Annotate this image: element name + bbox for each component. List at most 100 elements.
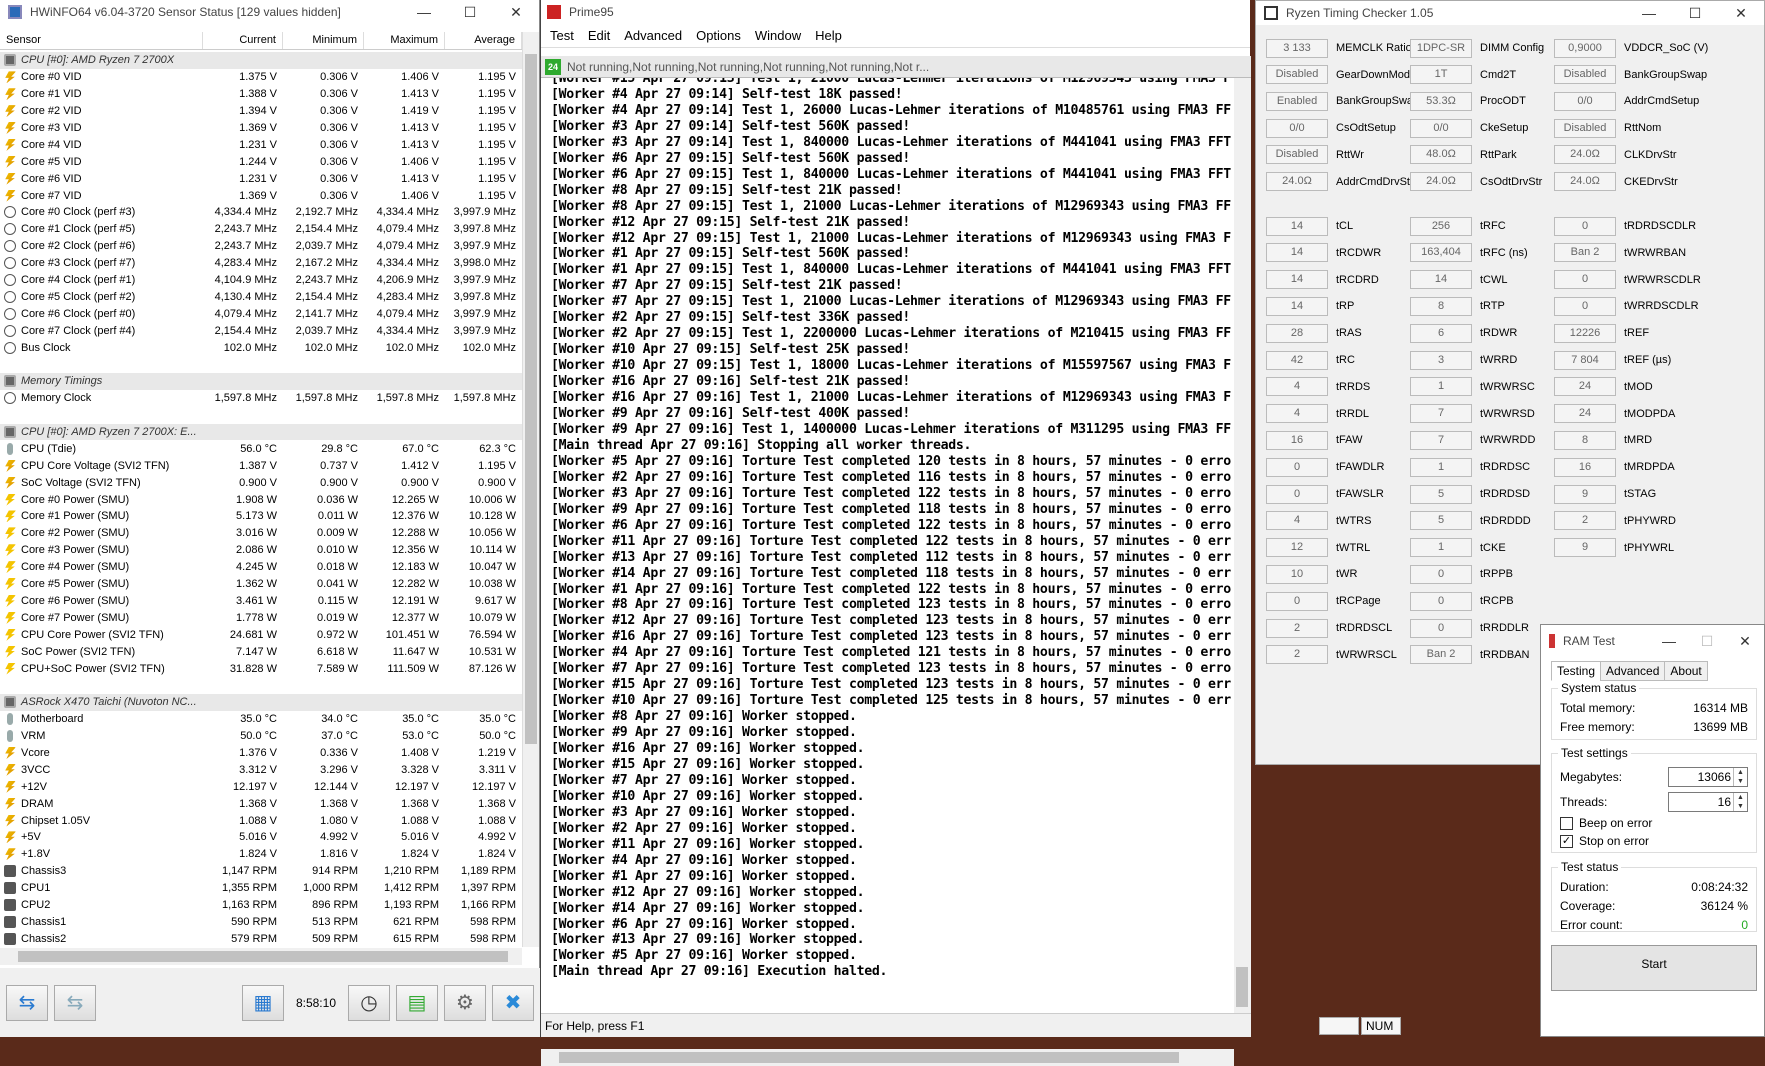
- sensor-row[interactable]: +12V 12.197 V 12.144 V 12.197 V 12.197 V: [0, 778, 522, 795]
- megabytes-spinner[interactable]: ▲ ▼: [1733, 767, 1747, 786]
- sensor-row[interactable]: Chassis3 1,147 RPM 914 RPM 1,210 RPM 1,189 R…: [0, 863, 522, 880]
- sensor-row[interactable]: Motherboard 35.0 °C 34.0 °C 35.0 °C 35.0 °C: [0, 711, 522, 728]
- close-button[interactable]: ✕: [493, 4, 539, 21]
- sensor-row[interactable]: Core #7 Power (SMU) 1.778 W 0.019 W 12.377 …: [0, 609, 522, 626]
- ramtest-titlebar[interactable]: RAM Test — ☐ ✕: [1541, 625, 1764, 657]
- sensor-row[interactable]: Core #7 Clock (perf #4) 2,154.4 MHz 2,039.…: [0, 322, 522, 339]
- threads-input[interactable]: 16 ▲ ▼: [1668, 791, 1748, 812]
- log-vertical-scrollbar[interactable]: [1234, 78, 1251, 1033]
- sensor-row[interactable]: Vcore 1.376 V 0.336 V 1.408 V 1.219 V: [0, 745, 522, 762]
- tab-about[interactable]: About: [1664, 661, 1708, 681]
- sensor-row[interactable]: CPU+SoC Power (SVI2 TFN) 31.828 W 7.589 W 1…: [0, 660, 522, 677]
- close-button[interactable]: ✕: [1718, 5, 1764, 22]
- sensor-row[interactable]: Bus Clock 102.0 MHz 102.0 MHz 102.0 MHz 102.…: [0, 339, 522, 356]
- close-x-button[interactable]: ✖: [492, 984, 534, 1021]
- menu-edit[interactable]: Edit: [581, 28, 617, 43]
- sensor-row[interactable]: Core #3 Power (SMU) 2.086 W 0.010 W 12.356 …: [0, 542, 522, 559]
- sensor-row[interactable]: Core #6 Clock (perf #0) 4,079.4 MHz 2,141.…: [0, 305, 522, 322]
- sensor-group-header[interactable]: CPU [#0]: AMD Ryzen 7 2700X: [0, 52, 522, 69]
- sensor-row[interactable]: Core #4 VID 1.231 V 0.306 V 1.413 V 1.195 V: [0, 136, 522, 153]
- sensor-group-header[interactable]: CPU [#0]: AMD Ryzen 7 2700X: E...: [0, 423, 522, 441]
- sensor-row[interactable]: 3VCC 3.312 V 3.296 V 3.328 V 3.311 V: [0, 761, 522, 778]
- sensor-row[interactable]: Core #0 VID 1.375 V 0.306 V 1.406 V 1.195 V: [0, 69, 522, 86]
- maximize-button[interactable]: ☐: [1688, 633, 1726, 650]
- scroll-thumb[interactable]: [525, 54, 537, 744]
- sensor-row[interactable]: Core #0 Clock (perf #3) 4,334.4 MHz 2,192.…: [0, 204, 522, 221]
- sensor-row[interactable]: SoC Voltage (SVI2 TFN) 0.900 V 0.900 V 0.90…: [0, 474, 522, 491]
- horizontal-scrollbar[interactable]: [0, 948, 522, 965]
- minimize-button[interactable]: —: [1626, 5, 1672, 21]
- minimize-button[interactable]: —: [401, 4, 447, 20]
- sensor-row[interactable]: CPU (Tdie) 56.0 °C 29.8 °C 67.0 °C 62.3 °C: [0, 440, 522, 457]
- menu-help[interactable]: Help: [808, 28, 849, 43]
- col-sensor[interactable]: Sensor: [0, 32, 203, 49]
- maximize-button[interactable]: ☐: [447, 4, 493, 21]
- vertical-scrollbar[interactable]: [522, 32, 539, 947]
- sensor-row[interactable]: Chipset 1.05V 1.088 V 1.080 V 1.088 V 1.088 …: [0, 812, 522, 829]
- menu-window[interactable]: Window: [748, 28, 808, 43]
- tab-testing[interactable]: Testing: [1551, 661, 1602, 681]
- sensor-row[interactable]: CPU Core Voltage (SVI2 TFN) 1.387 V 0.737 …: [0, 457, 522, 474]
- sensor-row[interactable]: Core #2 Power (SMU) 3.016 W 0.009 W 12.288 …: [0, 525, 522, 542]
- col-maximum[interactable]: Maximum: [364, 32, 445, 49]
- sensor-row[interactable]: Core #1 VID 1.388 V 0.306 V 1.413 V 1.195 V: [0, 86, 522, 103]
- sensor-row[interactable]: Core #2 VID 1.394 V 0.306 V 1.419 V 1.195 V: [0, 103, 522, 120]
- sensor-group-header[interactable]: ASRock X470 Taichi (Nuvoton NC...: [0, 693, 522, 711]
- scroll-thumb[interactable]: [559, 1052, 1179, 1063]
- sensor-row[interactable]: CPU1 1,355 RPM 1,000 RPM 1,412 RPM 1,397 RPM: [0, 880, 522, 897]
- scroll-thumb[interactable]: [1236, 967, 1248, 1007]
- sensor-row[interactable]: CPU Core Power (SVI2 TFN) 24.681 W 0.972 W…: [0, 626, 522, 643]
- rtc-titlebar[interactable]: Ryzen Timing Checker 1.05 — ☐ ✕: [1256, 1, 1764, 25]
- sensor-row[interactable]: Chassis2 579 RPM 509 RPM 615 RPM 598 RPM: [0, 930, 522, 947]
- log-horizontal-scrollbar[interactable]: [541, 1049, 1234, 1066]
- minimize-button[interactable]: —: [1650, 633, 1688, 649]
- sensor-row[interactable]: Core #6 VID 1.231 V 0.306 V 1.413 V 1.195 V: [0, 170, 522, 187]
- settings-icon-button[interactable]: ⚙: [444, 984, 486, 1021]
- sensor-row[interactable]: Core #4 Power (SMU) 4.245 W 0.018 W 12.183 …: [0, 559, 522, 576]
- sensor-row[interactable]: Core #4 Clock (perf #1) 4,104.9 MHz 2,243.…: [0, 272, 522, 289]
- stop-on-error-checkbox[interactable]: ✓ Stop on error: [1560, 832, 1748, 850]
- sensor-row[interactable]: Core #1 Power (SMU) 5.173 W 0.011 W 12.376 …: [0, 508, 522, 525]
- sensor-row[interactable]: Core #5 Clock (perf #2) 4,130.4 MHz 2,154.…: [0, 288, 522, 305]
- hwinfo-titlebar[interactable]: HWiNFO64 v6.04-3720 Sensor Status [129 v…: [0, 0, 539, 24]
- beep-on-error-checkbox[interactable]: Beep on error: [1560, 814, 1748, 832]
- expand-arrows-button[interactable]: ⇆: [54, 984, 96, 1021]
- log-output[interactable]: [Worker #15 Apr 27 09:13] Test 1, 21000 …: [551, 78, 1231, 988]
- megabytes-input[interactable]: 13066 ▲ ▼: [1668, 766, 1748, 787]
- threads-spinner[interactable]: ▲ ▼: [1733, 792, 1747, 811]
- sensor-row[interactable]: +1.8V 1.824 V 1.816 V 1.824 V 1.824 V: [0, 846, 522, 863]
- scroll-thumb[interactable]: [18, 951, 508, 962]
- col-current[interactable]: Current: [203, 32, 283, 49]
- col-average[interactable]: Average: [445, 32, 522, 49]
- col-minimum[interactable]: Minimum: [283, 32, 364, 49]
- sensor-row[interactable]: Core #3 Clock (perf #7) 4,283.4 MHz 2,167.…: [0, 255, 522, 272]
- sensor-row[interactable]: +5V 5.016 V 4.992 V 5.016 V 4.992 V: [0, 829, 522, 846]
- sensor-row[interactable]: Core #1 Clock (perf #5) 2,243.7 MHz 2,154.…: [0, 221, 522, 238]
- sensor-row[interactable]: Core #2 Clock (perf #6) 2,243.7 MHz 2,039.…: [0, 238, 522, 255]
- menu-advanced[interactable]: Advanced: [617, 28, 689, 43]
- sensor-row[interactable]: Core #6 Power (SMU) 3.461 W 0.115 W 12.191 …: [0, 593, 522, 610]
- start-button[interactable]: Start: [1551, 945, 1757, 991]
- menu-test[interactable]: Test: [543, 28, 581, 43]
- sensor-row[interactable]: Chassis1 590 RPM 513 RPM 621 RPM 598 RPM: [0, 913, 522, 930]
- sensor-row[interactable]: Memory Clock 1,597.8 MHz 1,597.8 MHz 1,597.…: [0, 390, 522, 407]
- sensor-row[interactable]: Core #5 VID 1.244 V 0.306 V 1.406 V 1.195 V: [0, 153, 522, 170]
- sensor-group-header[interactable]: Memory Timings: [0, 372, 522, 390]
- sensor-row[interactable]: Core #5 Power (SMU) 1.362 W 0.041 W 12.282 …: [0, 576, 522, 593]
- sensor-row[interactable]: Core #0 Power (SMU) 1.908 W 0.036 W 12.265 …: [0, 491, 522, 508]
- close-button[interactable]: ✕: [1726, 633, 1764, 650]
- prime95-titlebar[interactable]: Prime95: [541, 0, 1250, 24]
- tab-advanced[interactable]: Advanced: [1600, 661, 1666, 681]
- sensor-row[interactable]: SoC Power (SVI2 TFN) 7.147 W 6.618 W 11.647…: [0, 643, 522, 660]
- report-icon-button[interactable]: ▤: [396, 984, 438, 1021]
- sensor-row[interactable]: Core #7 VID 1.369 V 0.306 V 1.406 V 1.195 V: [0, 187, 522, 204]
- collapse-arrows-button[interactable]: ⇆: [6, 984, 48, 1021]
- maximize-button[interactable]: ☐: [1672, 5, 1718, 22]
- sensor-row[interactable]: CPU2 1,163 RPM 896 RPM 1,193 RPM 1,166 RPM: [0, 897, 522, 914]
- menu-options[interactable]: Options: [689, 28, 748, 43]
- clock-icon-button[interactable]: ◷: [348, 984, 390, 1021]
- sensor-row[interactable]: VRM 50.0 °C 37.0 °C 53.0 °C 50.0 °C: [0, 728, 522, 745]
- sensor-row[interactable]: DRAM 1.368 V 1.368 V 1.368 V 1.368 V: [0, 795, 522, 812]
- network-icon-button[interactable]: ▦: [241, 984, 284, 1021]
- sensor-row[interactable]: Core #3 VID 1.369 V 0.306 V 1.413 V 1.195 V: [0, 120, 522, 137]
